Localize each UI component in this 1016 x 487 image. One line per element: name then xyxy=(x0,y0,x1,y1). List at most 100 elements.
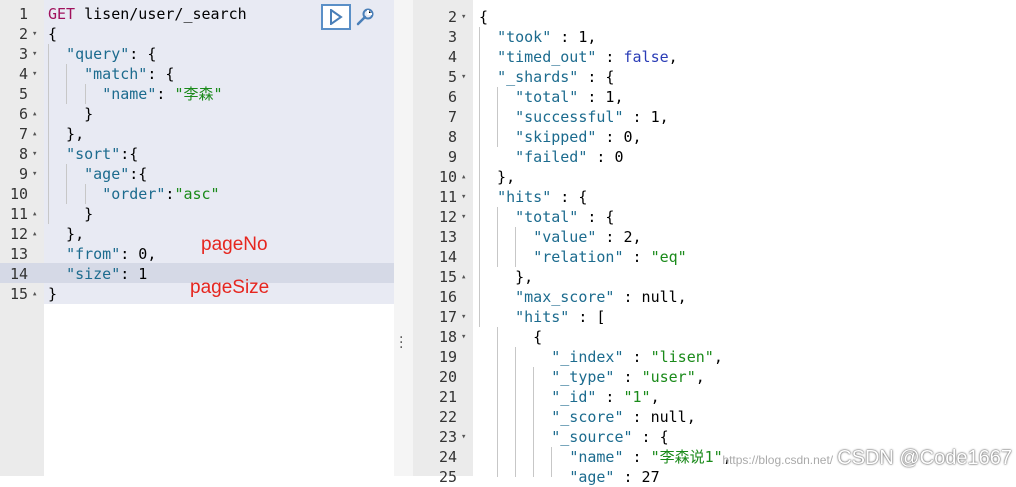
code-text: GET lisen/user/_search xyxy=(48,5,247,23)
code-line: 4 "timed_out" : false, xyxy=(413,47,1016,67)
fold-collapse-icon[interactable]: ▾ xyxy=(461,427,466,447)
fold-end-icon[interactable]: ▴ xyxy=(461,267,466,287)
line-number: 13 xyxy=(9,245,28,263)
fold-collapse-icon[interactable]: ▾ xyxy=(32,144,37,164)
code-text: "total" : { xyxy=(515,208,615,226)
code-text: "name" : "李森说1", xyxy=(569,448,732,466)
code-line: 11 ▾ "hits" : { xyxy=(413,187,1016,207)
line-number: 13 xyxy=(438,228,457,246)
fold-end-icon[interactable]: ▴ xyxy=(32,124,37,144)
fold-collapse-icon[interactable]: ▾ xyxy=(461,7,466,27)
code-line: 7 "successful" : 1, xyxy=(413,107,1016,127)
fold-collapse-icon[interactable]: ▾ xyxy=(32,64,37,84)
indent-guide xyxy=(533,367,534,477)
code-line: 6 "total" : 1, xyxy=(413,87,1016,107)
line-number: 24 xyxy=(438,448,457,466)
code-text: "_shards" : { xyxy=(497,68,615,86)
fold-end-icon[interactable]: ▴ xyxy=(461,167,466,187)
code-text: "took" : 1, xyxy=(497,28,597,46)
line-number: 4 xyxy=(18,65,28,83)
indent-guide xyxy=(48,44,49,224)
code-line: 9 ▾ "age":{ xyxy=(0,164,394,184)
code-text: "hits" : [ xyxy=(515,308,606,326)
code-line: 4 ▾ "match": { xyxy=(0,64,394,84)
fold-collapse-icon[interactable]: ▾ xyxy=(461,207,466,227)
code-text: { xyxy=(48,25,58,43)
code-text: "size": 1 xyxy=(66,265,148,283)
code-text: "total" : 1, xyxy=(515,88,624,106)
request-editor[interactable]: 1 GET lisen/user/_search 2 ▾{3 ▾ "query": {4… xyxy=(0,0,394,476)
line-number: 23 xyxy=(438,428,457,446)
line-number: 2 xyxy=(447,8,457,26)
fold-collapse-icon[interactable]: ▾ xyxy=(461,187,466,207)
code-line: 5 ▾ "_shards" : { xyxy=(413,67,1016,87)
code-text: } xyxy=(48,285,58,303)
code-line: 10 ▴ }, xyxy=(413,167,1016,187)
code-text: "timed_out" : false, xyxy=(497,48,678,66)
code-text: }, xyxy=(479,168,516,186)
kibana-dev-tools: 1 GET lisen/user/_search 2 ▾{3 ▾ "query": {4… xyxy=(0,0,1016,486)
line-number: 15 xyxy=(9,285,28,303)
line-number: 3 xyxy=(18,45,28,63)
watermark-label: CSDN @Code1667 xyxy=(837,447,1012,469)
fold-collapse-icon[interactable]: ▾ xyxy=(461,67,466,87)
line-number: 20 xyxy=(438,368,457,386)
code-text: "hits" : { xyxy=(497,188,588,206)
code-line: 11 ▴ } xyxy=(0,204,394,224)
line-number: 17 xyxy=(438,308,457,326)
fold-collapse-icon[interactable]: ▾ xyxy=(461,327,466,347)
line-number: 12 xyxy=(438,208,457,226)
code-text: }, xyxy=(48,125,85,143)
wrench-icon[interactable] xyxy=(355,7,375,27)
annotation-page-no: pageNo xyxy=(201,234,268,255)
line-number: 8 xyxy=(18,145,28,163)
code-line: 15 ▴ }, xyxy=(413,267,1016,287)
fold-end-icon[interactable]: ▴ xyxy=(32,224,37,244)
line-number: 22 xyxy=(438,408,457,426)
fold-collapse-icon[interactable]: ▾ xyxy=(32,44,37,64)
code-line: 6 ▴ } xyxy=(0,104,394,124)
code-line: 3 ▾ "query": { xyxy=(0,44,394,64)
code-line: 18 ▾ { xyxy=(413,327,1016,347)
vertical-dots-icon[interactable]: · · · xyxy=(399,331,403,355)
code-line: 16 "max_score" : null, xyxy=(413,287,1016,307)
code-text: "order":"asc" xyxy=(102,185,220,203)
response-viewer[interactable]: 2 ▾{3 "took" : 1, 4 "timed_out" : false, 5 ▾… xyxy=(413,0,1016,486)
annotation-page-size: pageSize xyxy=(190,277,270,298)
code-text: } xyxy=(48,205,94,223)
indent-guide xyxy=(497,327,498,477)
line-number: 5 xyxy=(18,85,28,103)
fold-end-icon[interactable]: ▴ xyxy=(32,284,37,304)
code-line: 23 ▾ "_source" : { xyxy=(413,427,1016,447)
fold-end-icon[interactable]: ▴ xyxy=(32,104,37,124)
line-number: 6 xyxy=(447,88,457,106)
watermark: https://blog.csdn.net/CSDN @Code1667 xyxy=(722,447,1012,470)
code-text: "skipped" : 0, xyxy=(515,128,642,146)
line-number: 21 xyxy=(438,388,457,406)
code-line: 13 "from": 0, xyxy=(0,244,394,264)
fold-collapse-icon[interactable]: ▾ xyxy=(32,24,37,44)
code-text: }, xyxy=(48,225,85,243)
line-number: 11 xyxy=(438,188,457,206)
code-text: "_source" : { xyxy=(551,428,669,446)
code-text: "query": { xyxy=(66,45,157,63)
fold-collapse-icon[interactable]: ▾ xyxy=(461,307,466,327)
indent-guide xyxy=(66,164,67,204)
line-number: 12 xyxy=(9,225,28,243)
line-number: 7 xyxy=(18,125,28,143)
indent-guide xyxy=(497,87,498,147)
fold-collapse-icon[interactable]: ▾ xyxy=(32,164,37,184)
indent-guide xyxy=(85,184,86,204)
code-line: 9 "failed" : 0 xyxy=(413,147,1016,167)
code-text: { xyxy=(479,8,489,26)
indent-guide xyxy=(66,64,67,104)
line-number: 16 xyxy=(438,288,457,306)
run-request-button[interactable] xyxy=(321,4,351,30)
code-text: "_id" : "1", xyxy=(551,388,660,406)
code-text: }, xyxy=(479,268,534,286)
code-line: 5 "name": "李森" xyxy=(0,84,394,104)
fold-end-icon[interactable]: ▴ xyxy=(32,204,37,224)
code-line: 10 "order":"asc" xyxy=(0,184,394,204)
code-text: "_score" : null, xyxy=(551,408,696,426)
pane-resize-handle[interactable] xyxy=(394,0,413,476)
